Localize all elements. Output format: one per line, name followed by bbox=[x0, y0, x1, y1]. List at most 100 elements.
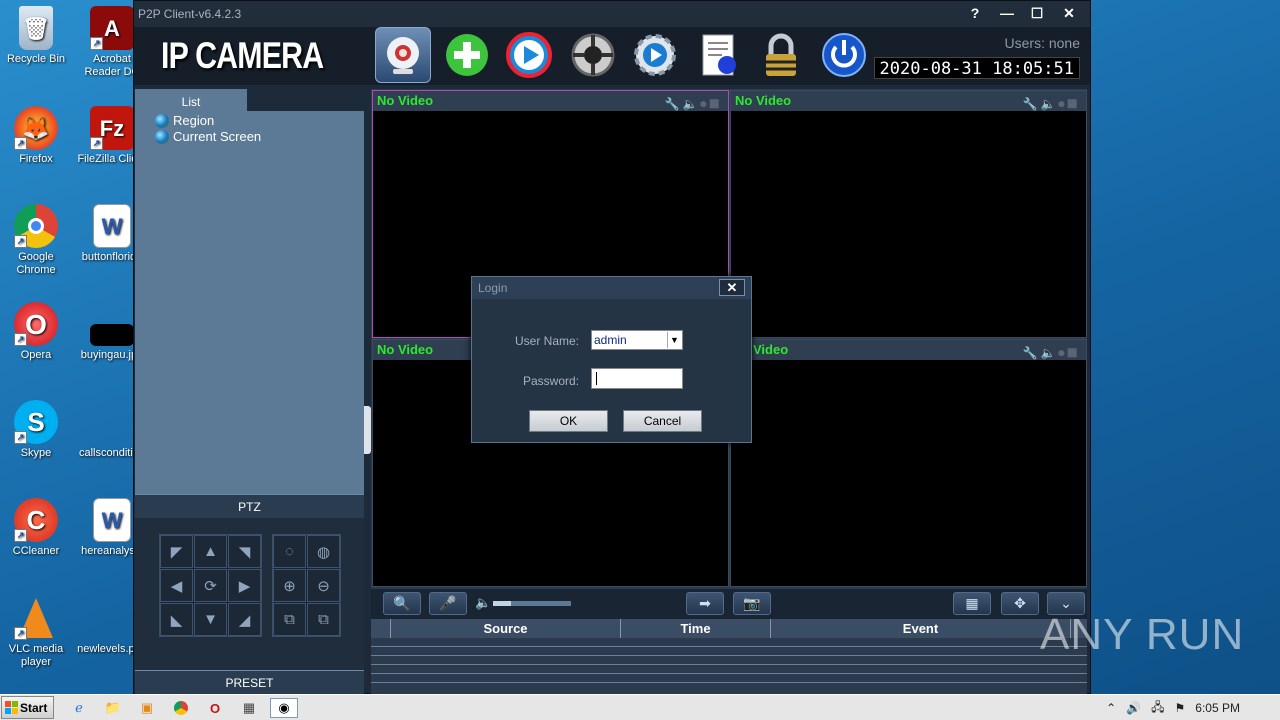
password-input[interactable] bbox=[591, 368, 683, 389]
tab-strip bbox=[247, 89, 364, 111]
login-dialog: Login ✕ User Name: admin ▼ Password: OK … bbox=[471, 276, 752, 443]
taskbar-ie-icon[interactable]: ℯ bbox=[68, 698, 90, 718]
taskbar-opera-icon[interactable]: O bbox=[204, 698, 226, 718]
cell-tool-icons: 🔧🔈⏺▦ bbox=[664, 97, 722, 111]
desktop-icon-vlc[interactable]: ↗ VLC media player bbox=[0, 596, 72, 669]
ccleaner-icon: C ↗ bbox=[14, 498, 58, 542]
log-document-icon bbox=[702, 34, 736, 76]
video-cell-4[interactable]: Video 🔧🔈⏺▦ bbox=[730, 339, 1087, 587]
iris-close-button[interactable]: ⧉ bbox=[307, 603, 340, 636]
action-center-flag-icon[interactable]: ⚑ bbox=[1175, 701, 1186, 715]
settings-button[interactable] bbox=[627, 27, 683, 83]
taskbar-chrome-icon[interactable] bbox=[170, 698, 192, 718]
table-row bbox=[371, 647, 1087, 656]
taskbar-media-player-icon[interactable]: ▣ bbox=[136, 698, 158, 718]
snapshot-button[interactable]: 📷 bbox=[733, 592, 771, 615]
preset-header[interactable]: PRESET bbox=[135, 670, 364, 695]
username-select[interactable]: admin ▼ bbox=[591, 330, 683, 350]
show-hidden-icons-icon[interactable]: ⌃ bbox=[1106, 701, 1116, 715]
help-button[interactable]: ? bbox=[960, 3, 990, 23]
ptz-up-button[interactable]: ▲ bbox=[194, 535, 227, 568]
anyrun-watermark: ANY RUN bbox=[1040, 610, 1245, 659]
taskbar-p2p-client-icon[interactable]: ◉ bbox=[270, 698, 298, 718]
ptz-header[interactable]: PTZ bbox=[135, 494, 364, 518]
ptz-right-button[interactable]: ▶ bbox=[228, 569, 261, 602]
minimize-button[interactable]: — bbox=[992, 3, 1022, 23]
login-dialog-titlebar: Login ✕ bbox=[472, 277, 751, 299]
maximize-button[interactable]: ☐ bbox=[1022, 3, 1052, 23]
video-status: Video bbox=[753, 342, 789, 357]
tray-clock[interactable]: 6:05 PM bbox=[1195, 701, 1240, 715]
column-source[interactable]: Source bbox=[391, 619, 621, 638]
exit-button[interactable] bbox=[816, 27, 872, 83]
ptz-down-button[interactable]: ▼ bbox=[194, 603, 227, 636]
add-icon bbox=[446, 34, 488, 76]
close-button[interactable]: ✕ bbox=[1054, 3, 1084, 23]
desktop-icon-label: Recycle Bin bbox=[6, 53, 66, 65]
zoom-in-button[interactable]: ⊕ bbox=[273, 569, 306, 602]
taskbar: Start ℯ 📁 ▣ O ▦ ◉ ⌃ 🔊 🖧 ⚑ 6:05 PM bbox=[0, 694, 1280, 720]
window-title: P2P Client-v6.4.2.3 bbox=[138, 7, 242, 21]
focus-far-button[interactable]: ◍ bbox=[307, 535, 340, 568]
video-control-bar: 🔍 🎤 🔈 ➡ 📷 ▦ ✥ ⌄ bbox=[371, 589, 1087, 619]
speaker-icon: 🔈 bbox=[475, 595, 492, 610]
tree-item-label: Region bbox=[173, 113, 215, 128]
desktop-icon-opera[interactable]: O ↗ Opera bbox=[0, 302, 72, 362]
network-icon[interactable]: 🖧 bbox=[1151, 698, 1164, 719]
volume-slider[interactable] bbox=[493, 601, 571, 606]
add-device-button[interactable] bbox=[439, 27, 495, 83]
lock-icon bbox=[766, 33, 796, 76]
focus-near-button[interactable]: ◌ bbox=[273, 535, 306, 568]
ptz-down-right-button[interactable]: ◢ bbox=[228, 603, 261, 636]
column-event[interactable]: Event bbox=[771, 619, 1071, 638]
zoom-out-button[interactable]: ⊖ bbox=[307, 569, 340, 602]
table-row bbox=[371, 674, 1087, 683]
column-time[interactable]: Time bbox=[621, 619, 771, 638]
start-button[interactable]: Start bbox=[1, 696, 54, 719]
table-row bbox=[371, 656, 1087, 665]
taskbar-app-icon[interactable]: ▦ bbox=[238, 698, 260, 718]
settings-gear-icon bbox=[634, 34, 676, 76]
fullscreen-button[interactable]: ✥ bbox=[1001, 592, 1039, 615]
desktop-icon-recycle-bin[interactable]: 🗑 Recycle Bin bbox=[0, 6, 72, 66]
tab-list[interactable]: List bbox=[135, 89, 247, 113]
talk-button[interactable]: 🎤 bbox=[429, 592, 467, 615]
dialog-close-button[interactable]: ✕ bbox=[719, 279, 745, 296]
taskbar-explorer-icon[interactable]: 📁 bbox=[102, 698, 124, 718]
ptz-down-left-button[interactable]: ◣ bbox=[160, 603, 193, 636]
ok-button[interactable]: OK bbox=[529, 410, 608, 432]
text-cursor bbox=[596, 372, 597, 386]
vlc-cone-icon: ↗ bbox=[14, 596, 58, 640]
ptz-up-left-button[interactable]: ◤ bbox=[160, 535, 193, 568]
login-dialog-title: Login bbox=[478, 281, 508, 295]
digital-zoom-button[interactable]: 🔍 bbox=[383, 592, 421, 615]
cell-tool-icons: 🔧🔈⏺▦ bbox=[1022, 97, 1080, 111]
device-list-panel: List Region Current Screen PTZ ◤ ▲ ◥ ◀ ⟳… bbox=[135, 89, 364, 695]
ptz-left-button[interactable]: ◀ bbox=[160, 569, 193, 602]
desktop-icon-skype[interactable]: S ↗ Skype bbox=[0, 400, 72, 460]
image-file-icon bbox=[90, 324, 134, 346]
ptz-up-right-button[interactable]: ◥ bbox=[228, 535, 261, 568]
desktop-icon-firefox[interactable]: 🦊 ↗ Firefox bbox=[0, 106, 72, 166]
live-view-button[interactable] bbox=[375, 27, 431, 83]
desktop-icon-chrome[interactable]: ↗ Google Chrome bbox=[0, 204, 72, 277]
volume-icon[interactable]: 🔊 bbox=[1126, 701, 1141, 715]
dropdown-arrow-icon[interactable]: ▼ bbox=[667, 332, 681, 348]
playback-button[interactable] bbox=[501, 27, 557, 83]
lock-button[interactable] bbox=[753, 27, 809, 83]
event-log-button[interactable] bbox=[691, 27, 747, 83]
ptz-button[interactable] bbox=[565, 27, 621, 83]
cancel-button[interactable]: Cancel bbox=[623, 410, 702, 432]
record-button[interactable]: ➡ bbox=[686, 592, 724, 615]
desktop-icon-ccleaner[interactable]: C ↗ CCleaner bbox=[0, 498, 72, 558]
layout-grid-button[interactable]: ▦ bbox=[953, 592, 991, 615]
users-status: Users: none bbox=[1004, 35, 1080, 51]
tree-item-current-screen[interactable]: Current Screen bbox=[155, 129, 261, 144]
datetime-display: 2020-08-31 18:05:51 bbox=[873, 57, 1080, 79]
tree-item-region[interactable]: Region bbox=[155, 113, 214, 128]
username-label: User Name: bbox=[515, 334, 580, 348]
panel-collapse-handle[interactable] bbox=[364, 406, 371, 454]
video-cell-2[interactable]: No Video 🔧🔈⏺▦ bbox=[730, 90, 1087, 338]
ptz-auto-rotate-button[interactable]: ⟳ bbox=[194, 569, 227, 602]
iris-open-button[interactable]: ⧉ bbox=[273, 603, 306, 636]
